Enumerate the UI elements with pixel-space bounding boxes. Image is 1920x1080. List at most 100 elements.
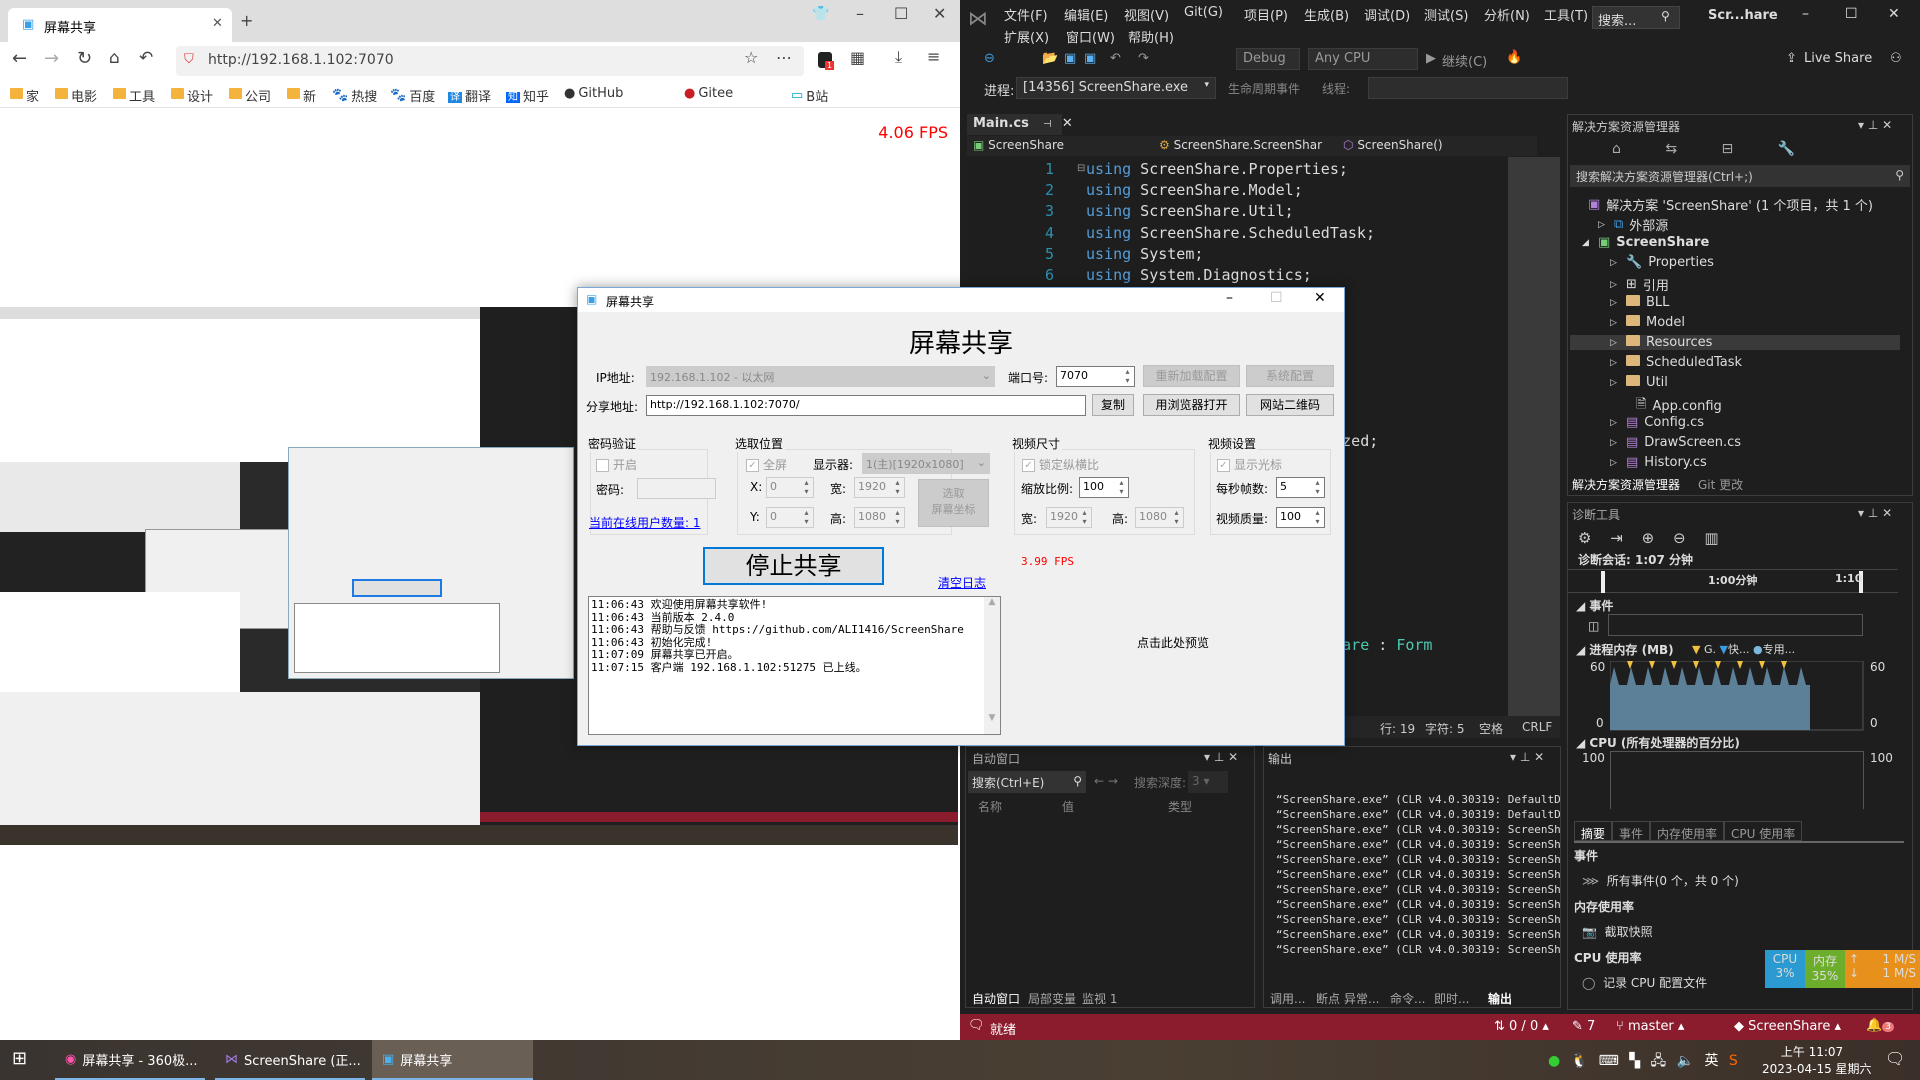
copy-button[interactable]: 复制: [1092, 394, 1134, 416]
bookmark-item[interactable]: 家: [10, 86, 39, 105]
video-height-stepper[interactable]: 1080: [1135, 507, 1184, 528]
expand-arrow-icon[interactable]: ▷: [1610, 458, 1620, 468]
autos-search-input[interactable]: 搜索(Ctrl+E) ⚲: [968, 771, 1086, 793]
bookmark-item[interactable]: ● Gitee: [684, 86, 733, 101]
preview-area[interactable]: 点击此处预览: [1008, 588, 1338, 738]
column-value[interactable]: 值: [1062, 798, 1074, 815]
solution-tree-item[interactable]: ▷ ⧉ 外部源: [1598, 215, 1668, 234]
y-stepper[interactable]: 0: [766, 507, 814, 528]
diagnostics-tab[interactable]: 摘要: [1574, 821, 1613, 841]
solution-tree-item[interactable]: ▷ BLL: [1610, 295, 1669, 310]
vs-minimize-icon[interactable]: –: [1802, 6, 1809, 22]
solution-tree-item[interactable]: ▷ Resources: [1570, 335, 1900, 350]
taskbar-item-vs[interactable]: ⋈ ScreenShare (正...: [215, 1040, 365, 1080]
forward-icon[interactable]: →: [44, 48, 59, 69]
undo-icon[interactable]: ↶: [1110, 51, 1121, 66]
tool-tab[interactable]: 异常...: [1344, 990, 1379, 1007]
config-dropdown[interactable]: Debug: [1236, 48, 1300, 70]
extension-icon[interactable]: 1: [818, 52, 835, 70]
solution-tree-item[interactable]: ▷ Model: [1610, 315, 1685, 330]
vs-search-box[interactable]: 搜索... ⚲: [1592, 6, 1680, 29]
sync-icon[interactable]: ⇆: [1665, 141, 1677, 157]
bookmark-item[interactable]: 知知乎: [506, 86, 549, 105]
menu-item[interactable]: 窗口(W): [1066, 27, 1115, 46]
system-config-button[interactable]: 系统配置: [1246, 365, 1334, 387]
navigate-back-icon[interactable]: ⊖: [984, 51, 995, 66]
hot-reload-icon[interactable]: 🔥: [1506, 50, 1522, 65]
lifecycle-events-button[interactable]: 生命周期事件: [1228, 80, 1300, 97]
bookmark-item[interactable]: 工具: [113, 86, 155, 105]
whitespace-indicator[interactable]: 空格: [1479, 720, 1503, 737]
expand-arrow-icon[interactable]: ▷: [1610, 378, 1620, 388]
log-textbox[interactable]: 11:06:43 欢迎使用屏幕共享软件! 11:06:43 当前版本 2.4.0 1…: [588, 596, 1001, 735]
back-icon[interactable]: ←: [12, 48, 27, 69]
column-name[interactable]: 名称: [978, 798, 1002, 815]
line-indicator[interactable]: 行: 19: [1380, 720, 1415, 737]
close-tab-icon[interactable]: ✕: [212, 16, 223, 31]
tool-tab[interactable]: 调用...: [1270, 990, 1305, 1007]
expand-arrow-icon[interactable]: ▷: [1610, 258, 1620, 268]
solution-tree-item[interactable]: ▷ Util: [1610, 375, 1668, 390]
tool-tab[interactable]: 输出: [1488, 990, 1512, 1007]
expand-arrow-icon[interactable]: ▷: [1610, 358, 1620, 368]
notifications-icon[interactable]: 🔔 3: [1866, 1018, 1894, 1033]
region-width-stepper[interactable]: 1920: [854, 477, 905, 498]
tool-tab[interactable]: 命令...: [1390, 990, 1425, 1007]
clock[interactable]: 上午 11:07 2023-04-15 星期六: [1762, 1043, 1872, 1077]
ip-dropdown[interactable]: 192.168.1.102 - 以太网 ⌄: [646, 366, 995, 387]
qr-code-button[interactable]: 网站二维码: [1246, 394, 1334, 416]
diagnostics-tab[interactable]: 事件: [1612, 821, 1651, 841]
timeline-ruler[interactable]: 1:00分钟 1:10: [1568, 569, 1898, 593]
expand-arrow-icon[interactable]: ▷: [1610, 418, 1620, 428]
solution-tree-item[interactable]: ▷ ⊞ 引用: [1610, 275, 1669, 294]
reload-config-button[interactable]: 重新加载配置: [1143, 365, 1240, 387]
memory-chart[interactable]: [1610, 661, 1864, 731]
menu-item[interactable]: 生成(B): [1304, 5, 1349, 24]
tool-tab[interactable]: 即时...: [1434, 990, 1469, 1007]
share-url-input[interactable]: http://192.168.1.102:7070/: [646, 395, 1086, 416]
stop-sharing-button[interactable]: 停止共享: [703, 547, 884, 585]
solution-tree-item[interactable]: ◢ ▣ ScreenShare: [1582, 235, 1709, 250]
solution-tree-item[interactable]: ▷ ▤ Config.cs: [1610, 415, 1704, 430]
cpu-header[interactable]: ◢ CPU (所有处理器的百分比): [1576, 734, 1740, 751]
bookmark-item[interactable]: 译翻译: [448, 86, 491, 105]
continue-button[interactable]: 继续(C): [1442, 51, 1487, 70]
expand-arrow-icon[interactable]: ▷: [1610, 318, 1620, 328]
solution-tree-item[interactable]: 🗎 App.config: [1620, 395, 1722, 417]
more-icon[interactable]: ⋯: [776, 48, 792, 67]
pin-icon[interactable]: ⊣: [1043, 119, 1052, 130]
export-icon[interactable]: ⇥: [1610, 529, 1623, 547]
bookmark-item[interactable]: 新: [287, 86, 316, 105]
tab-git-changes[interactable]: Git 更改: [1698, 476, 1743, 493]
platform-dropdown[interactable]: Any CPU: [1308, 48, 1418, 70]
char-indicator[interactable]: 字符: 5: [1425, 720, 1465, 737]
password-enable-checkbox[interactable]: 开启: [596, 456, 637, 473]
solution-tree-item[interactable]: ▷ ScheduledTask: [1610, 355, 1742, 370]
save-icon[interactable]: ▣: [1064, 51, 1076, 66]
column-type[interactable]: 类型: [1168, 798, 1192, 815]
tab-watch1[interactable]: 监视 1: [1082, 990, 1117, 1007]
lock-ratio-checkbox[interactable]: ✓ 锁定纵横比: [1022, 456, 1099, 473]
nav-member-dropdown[interactable]: ⬡ ScreenShare(): [1343, 138, 1443, 152]
download-icon[interactable]: ⤓: [895, 47, 902, 67]
redo-icon[interactable]: ↷: [1138, 51, 1149, 66]
expand-arrow-icon[interactable]: ▷: [1610, 298, 1620, 308]
taskbar-item-browser[interactable]: ◉ 屏幕共享 - 360极...: [55, 1040, 205, 1080]
open-folder-icon[interactable]: 📂: [1042, 51, 1058, 66]
solution-tree-item[interactable]: ▷ 🔧 Properties: [1610, 255, 1714, 270]
menu-item[interactable]: 测试(S): [1424, 5, 1468, 24]
bookmark-item[interactable]: ▭ B站: [791, 86, 828, 105]
diagnostics-section-item[interactable]: ⋙ 所有事件(0 个，共 0 个): [1582, 872, 1739, 889]
tab-locals[interactable]: 局部变量: [1028, 990, 1076, 1007]
keyboard-icon[interactable]: ⌨: [1599, 1053, 1619, 1069]
diagnostics-section-item[interactable]: ◯ 记录 CPU 配置文件: [1582, 974, 1707, 991]
color-app-icon[interactable]: ▚: [1629, 1053, 1640, 1069]
close-tab-icon[interactable]: ✕: [1062, 116, 1073, 131]
diagnostics-section-item[interactable]: 📷 截取快照: [1582, 923, 1653, 940]
volume-icon[interactable]: 🔈: [1677, 1053, 1694, 1069]
branch-indicator[interactable]: ⑂ master ▴: [1616, 1019, 1684, 1034]
password-input[interactable]: [637, 478, 716, 499]
panel-menu-icon[interactable]: ▾ ⊥ ✕: [1858, 506, 1892, 520]
edits-indicator[interactable]: ✎ 7: [1572, 1019, 1595, 1034]
bookmark-item[interactable]: 设计: [171, 86, 213, 105]
